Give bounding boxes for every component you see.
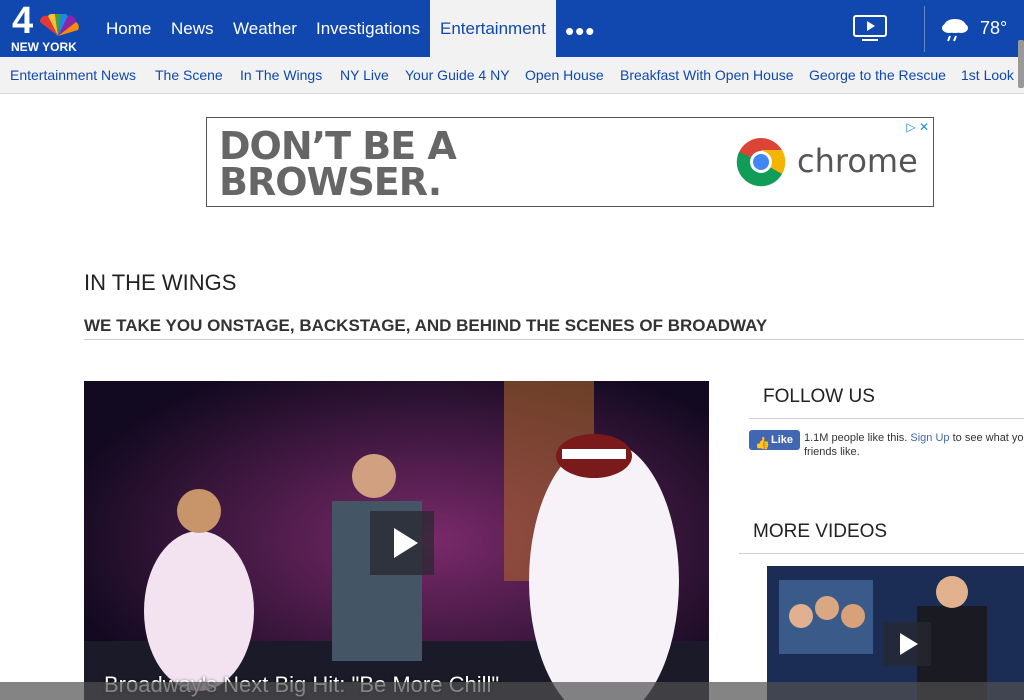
follow-us-heading: FOLLOW US <box>763 386 875 407</box>
temperature[interactable]: 78° <box>980 18 1007 39</box>
section-divider <box>84 339 1024 340</box>
chrome-ad-banner[interactable]: DON’T BE A BROWSER. chrome ▷ ✕ <box>206 117 934 207</box>
subnav-ny-live[interactable]: NY Live <box>340 67 389 83</box>
subnav-george-to-the-rescue[interactable]: George to the Rescue <box>809 67 946 83</box>
follow-us-divider <box>749 418 1024 419</box>
nav-investigations[interactable]: Investigations <box>316 0 420 57</box>
main-video-player[interactable]: Broadway's Next Big Hit: "Be More Chill" <box>84 381 709 700</box>
nav-news[interactable]: News <box>171 0 214 57</box>
subnav-the-scene[interactable]: The Scene <box>155 67 223 83</box>
chrome-logo-icon <box>736 138 786 187</box>
more-videos-divider <box>739 553 1024 554</box>
subnav-open-house[interactable]: Open House <box>525 67 604 83</box>
ad-headline: DON’T BE A BROWSER. <box>219 124 457 204</box>
ad-headline-line-1: DON’T BE A <box>219 124 457 168</box>
nav-weather[interactable]: Weather <box>233 0 297 57</box>
subnav-in-the-wings[interactable]: In The Wings <box>240 67 322 83</box>
nbc-4-new-york-logo[interactable]: 4 NEW YORK <box>10 0 80 54</box>
tv-play-icon[interactable] <box>852 14 888 42</box>
side-video-play-button[interactable] <box>883 622 931 666</box>
fb-like-label: Like <box>771 434 794 446</box>
rain-cloud-icon[interactable] <box>940 15 970 45</box>
top-nav: 4 NEW YORK Home News Weather Investigati… <box>0 0 1024 57</box>
nav-home[interactable]: Home <box>106 0 151 57</box>
thumbs-up-icon: 👍 <box>755 436 770 450</box>
fb-count: 1.1M people like this. <box>804 432 908 444</box>
video-overlay-bar <box>0 682 1024 700</box>
subnav-breakfast-with-open-house[interactable]: Breakfast With Open House <box>620 67 794 83</box>
page-scrollbar[interactable] <box>1018 40 1024 88</box>
page-title: IN THE WINGS <box>84 270 237 295</box>
subnav-entertainment-news[interactable]: Entertainment News <box>10 67 136 83</box>
page-subtitle: WE TAKE YOU ONSTAGE, BACKSTAGE, AND BEHI… <box>84 316 768 335</box>
channel-number: 4 <box>12 0 33 42</box>
more-dots-icon[interactable]: ••• <box>565 16 595 47</box>
fb-signup-link[interactable]: Sign Up <box>910 432 949 444</box>
city-label: NEW YORK <box>11 40 77 54</box>
subnav-your-guide-4-ny[interactable]: Your Guide 4 NY <box>405 67 510 83</box>
play-button[interactable] <box>370 511 434 575</box>
ad-headline-line-2: BROWSER. <box>219 160 442 204</box>
nav-divider <box>924 6 925 52</box>
facebook-like-button[interactable]: 👍 Like <box>749 430 800 450</box>
adchoices-icon[interactable]: ▷ ✕ <box>906 120 929 134</box>
subnav-1st-look[interactable]: 1st Look <box>961 67 1014 83</box>
ad-brand: chrome <box>797 142 918 180</box>
sub-nav: Entertainment News The Scene In The Wing… <box>0 57 1024 94</box>
nav-entertainment[interactable]: Entertainment <box>430 0 556 57</box>
more-videos-heading: MORE VIDEOS <box>753 521 888 542</box>
peacock-icon <box>39 14 79 36</box>
more-videos-thumbnail[interactable] <box>767 566 1024 700</box>
facebook-like-text: 1.1M people like this. Sign Up to see wh… <box>804 431 1024 459</box>
